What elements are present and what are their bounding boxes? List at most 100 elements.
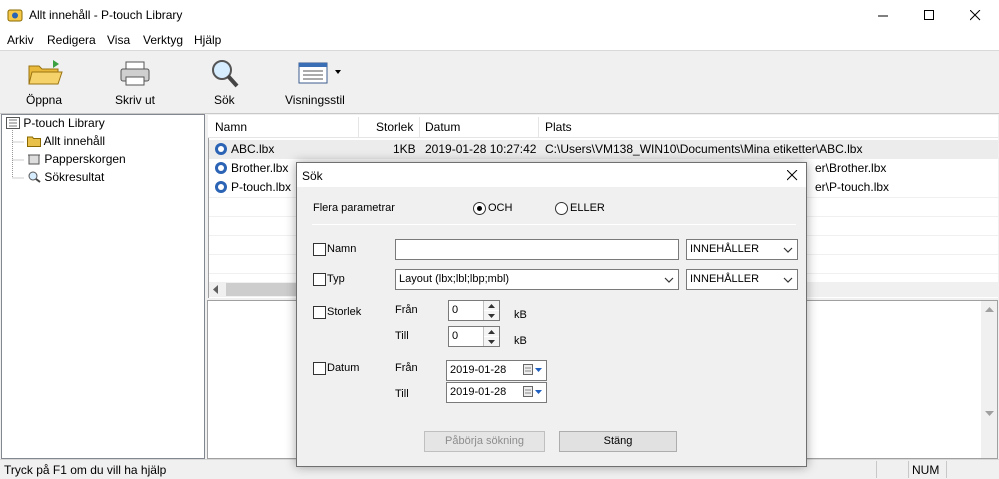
scroll-up-icon xyxy=(985,307,994,312)
print-label: Skriv ut xyxy=(115,93,156,107)
row-name: Brother.lbx xyxy=(231,161,289,175)
maximize-button[interactable] xyxy=(906,0,952,30)
name-operator-select[interactable]: INNEHÅLLER xyxy=(686,239,798,260)
menu-hjalp[interactable]: Hjälp xyxy=(194,33,221,47)
dialog-title-bar xyxy=(297,163,806,187)
lbx-file-icon xyxy=(215,143,227,155)
size-to-stepper[interactable]: 0 xyxy=(448,326,500,347)
open-label: Öppna xyxy=(26,93,63,107)
column-divider[interactable] xyxy=(358,117,359,137)
menu-visa[interactable]: Visa xyxy=(107,33,130,47)
num-lock-indicator: NUM xyxy=(912,463,940,477)
close-icon xyxy=(786,169,797,180)
stepper-down-button[interactable] xyxy=(484,337,499,346)
row-size: 1KB xyxy=(393,142,416,156)
column-header-size[interactable]: Storlek xyxy=(376,120,413,134)
folder-open-icon xyxy=(28,60,63,85)
minimize-button[interactable] xyxy=(860,0,906,30)
date-from-value: 2019-01-28 xyxy=(450,364,507,376)
table-row[interactable]: ABC.lbx 1KB 2019-01-28 10:27:42 C:\Users… xyxy=(209,140,998,159)
stepper-buttons xyxy=(483,301,499,320)
tree-item-search-results[interactable]: Sökresultat xyxy=(27,170,104,184)
name-input[interactable] xyxy=(395,239,679,260)
column-header-location[interactable]: Plats xyxy=(545,120,572,134)
column-divider[interactable] xyxy=(419,117,420,137)
date-from-label: Från xyxy=(395,362,418,374)
tree-root[interactable]: P-touch Library xyxy=(6,116,105,130)
status-divider xyxy=(908,461,909,478)
type-select[interactable]: Layout (lbx;lbl;lbp;mbl) xyxy=(395,269,679,290)
menu-arkiv[interactable]: Arkiv xyxy=(7,33,34,47)
size-to-value: 0 xyxy=(452,330,459,342)
search-results-icon xyxy=(28,171,41,183)
type-value: Layout (lbx;lbl;lbp;mbl) xyxy=(399,273,510,285)
type-operator-select[interactable]: INNEHÅLLER xyxy=(686,269,798,290)
date-checkbox[interactable] xyxy=(313,362,326,375)
close-icon xyxy=(969,9,980,20)
magnifier-icon xyxy=(212,60,239,88)
start-search-button[interactable]: Påbörja sökning xyxy=(424,431,545,452)
scroll-left-icon xyxy=(213,285,218,294)
scroll-down-icon xyxy=(985,411,994,416)
column-divider[interactable] xyxy=(538,117,539,137)
maximize-icon xyxy=(923,9,934,20)
column-header-date[interactable]: Datum xyxy=(425,120,460,134)
printer-icon xyxy=(120,61,150,86)
tree-item-all-content[interactable]: Allt innehåll xyxy=(27,134,105,148)
chevron-down-icon xyxy=(782,273,794,286)
stepper-down-button[interactable] xyxy=(484,311,499,320)
date-to-value: 2019-01-28 xyxy=(450,386,507,398)
size-from-label: Från xyxy=(395,304,418,316)
lbx-file-icon xyxy=(215,162,227,174)
trash-icon xyxy=(28,154,40,165)
date-label: Datum xyxy=(327,362,360,374)
multi-params-label: Flera parametrar xyxy=(313,202,395,214)
app-icon xyxy=(7,7,23,23)
view-style-label: Visningsstil xyxy=(285,93,345,107)
size-from-value: 0 xyxy=(452,304,459,316)
chevron-down-icon xyxy=(663,273,675,286)
eller-radio[interactable] xyxy=(555,202,568,215)
name-label: Namn xyxy=(327,243,357,255)
close-dialog-button[interactable]: Stäng xyxy=(559,431,677,452)
menu-redigera[interactable]: Redigera xyxy=(47,33,96,47)
size-checkbox[interactable] xyxy=(313,306,326,319)
close-button[interactable] xyxy=(952,0,998,30)
date-to-picker[interactable]: 2019-01-28 xyxy=(446,382,547,403)
status-help-text: Tryck på F1 om du vill ha hjälp xyxy=(4,463,167,477)
row-date: 2019-01-28 10:27:42 xyxy=(425,142,537,156)
menu-verktyg[interactable]: Verktyg xyxy=(143,33,183,47)
type-operator-value: INNEHÅLLER xyxy=(690,273,760,285)
caret-up-icon xyxy=(488,303,495,308)
row-name: ABC.lbx xyxy=(231,142,275,156)
date-to-label: Till xyxy=(395,388,409,400)
stepper-up-button[interactable] xyxy=(484,327,499,336)
size-to-label: Till xyxy=(395,330,409,342)
stepper-up-button[interactable] xyxy=(484,301,499,310)
lbx-file-icon xyxy=(215,181,227,193)
och-radio[interactable] xyxy=(473,202,486,215)
tree-item-trash[interactable]: Papperskorgen xyxy=(27,152,126,166)
name-operator-value: INNEHÅLLER xyxy=(690,243,760,255)
calendar-icon xyxy=(523,386,543,401)
tree-item-all-content-label: Allt innehåll xyxy=(43,134,106,148)
row-location: C:\Users\VM138_WIN10\Documents\Mina etik… xyxy=(545,142,863,156)
column-header-name[interactable]: Namn xyxy=(215,120,247,134)
size-from-stepper[interactable]: 0 xyxy=(448,300,500,321)
date-from-picker[interactable]: 2019-01-28 xyxy=(446,360,547,381)
library-icon xyxy=(6,117,20,129)
eller-label: ELLER xyxy=(570,202,605,214)
caret-down-icon xyxy=(488,313,495,318)
type-checkbox[interactable] xyxy=(313,273,326,286)
window-title: Allt innehåll - P-touch Library xyxy=(29,8,183,22)
dialog-close-button[interactable] xyxy=(780,164,804,186)
status-divider xyxy=(876,461,877,478)
preview-vertical-scrollbar[interactable] xyxy=(981,301,997,458)
row-location: er\Brother.lbx xyxy=(815,161,887,175)
name-checkbox[interactable] xyxy=(313,243,326,256)
dialog-title: Sök xyxy=(302,169,323,183)
caret-down-icon xyxy=(488,339,495,344)
size-from-unit: kB xyxy=(514,309,527,321)
folder-icon xyxy=(27,136,41,147)
status-divider xyxy=(946,461,947,478)
